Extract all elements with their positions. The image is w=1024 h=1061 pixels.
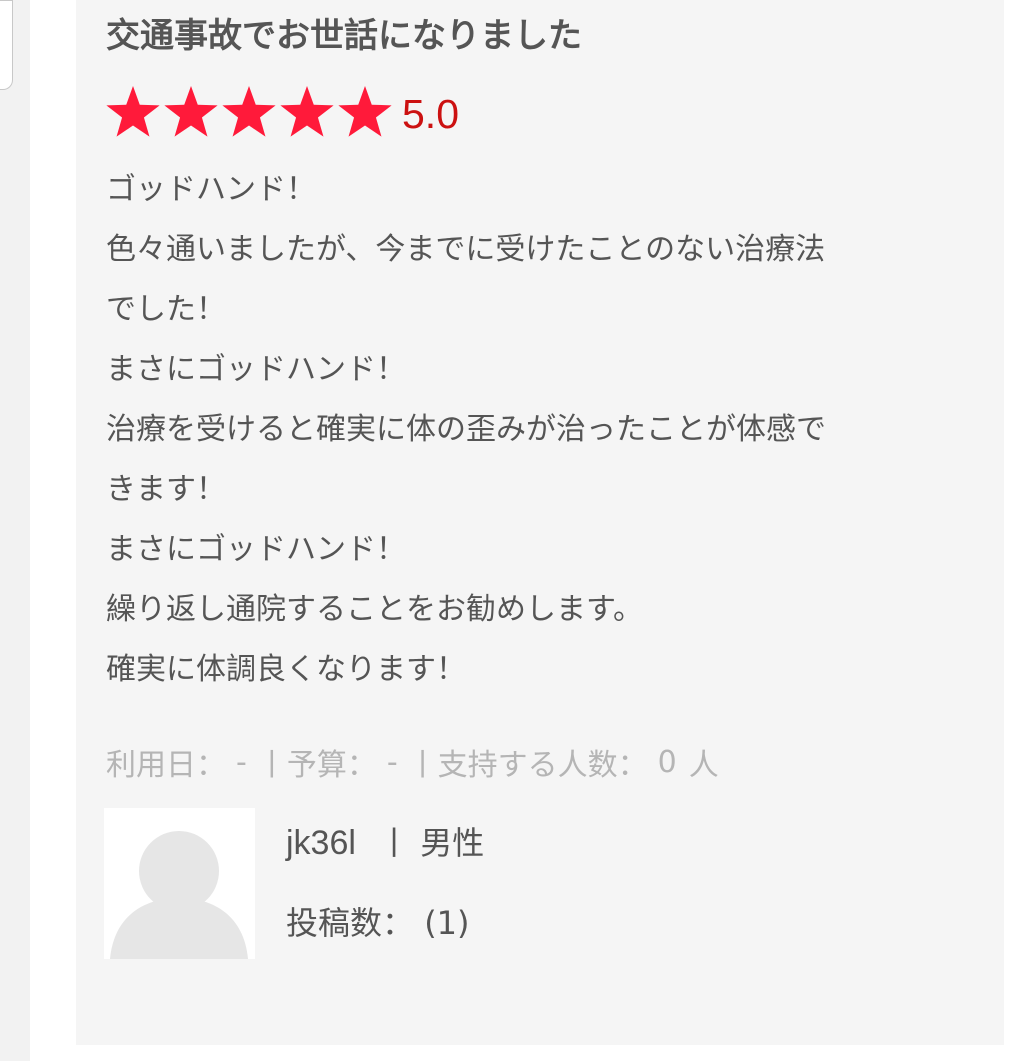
usage-date-label: 利用日： [106,748,226,783]
review-body-line: まさにゴッドハンド！ [106,352,406,387]
review-body-line: 治療を受けると確実に体の歪みが治ったことが体感で [106,412,826,447]
side-panel-tab[interactable] [0,0,13,90]
user-avatar[interactable] [104,808,255,959]
review-body-line: 確実に体調良くなります！ [106,652,466,687]
user-name[interactable]: jk36l [286,824,356,862]
review-meta: 利用日： - 丨 予算： - 丨 支持する人数： 0 人 [106,738,719,786]
user-gender: 男性 [420,824,485,862]
star-icon [162,83,220,141]
supporters-count: 0 [657,744,677,780]
user-separator: 丨 [378,824,411,862]
star-rating [104,83,394,141]
default-user-avatar-icon [104,808,255,959]
rating-score: 5.0 [402,90,459,137]
supporters-unit: 人 [688,748,719,783]
budget-value: - [386,744,398,780]
star-icon [278,83,336,141]
post-count-value: (1) [424,904,470,942]
star-icon [220,83,278,141]
review-body-line: まさにゴッドハンド！ [106,532,406,567]
review-body-line: ゴッドハンド！ [106,172,316,207]
star-icon [104,83,162,141]
meta-separator: 丨 [407,748,438,783]
review-body-line: 色々通いましたが、今までに受けたことのない治療法 [106,232,826,267]
rating-row: 5.0 [104,82,459,142]
user-info: jk36l 丨 男性 [286,818,484,864]
post-count: 投稿数： (1) [286,898,470,944]
post-count-label: 投稿数： [286,904,415,942]
review-body-line: 繰り返し通院することをお勧めします。 [106,592,643,627]
left-rail [0,0,30,1061]
review-body: ゴッドハンド！ 色々通いましたが、今までに受けたことのない治療法 でした！ まさにゴッ… [106,160,986,700]
usage-date-value: - [236,744,247,780]
budget-label: 予算： [286,748,377,783]
review-body-line: きます！ [106,472,226,507]
meta-separator: 丨 [256,748,287,783]
star-icon [336,83,394,141]
review-title: 交通事故でお世話になりました [106,16,582,56]
supporters-label: 支持する人数： [437,748,648,783]
review-body-line: でした！ [106,292,226,327]
